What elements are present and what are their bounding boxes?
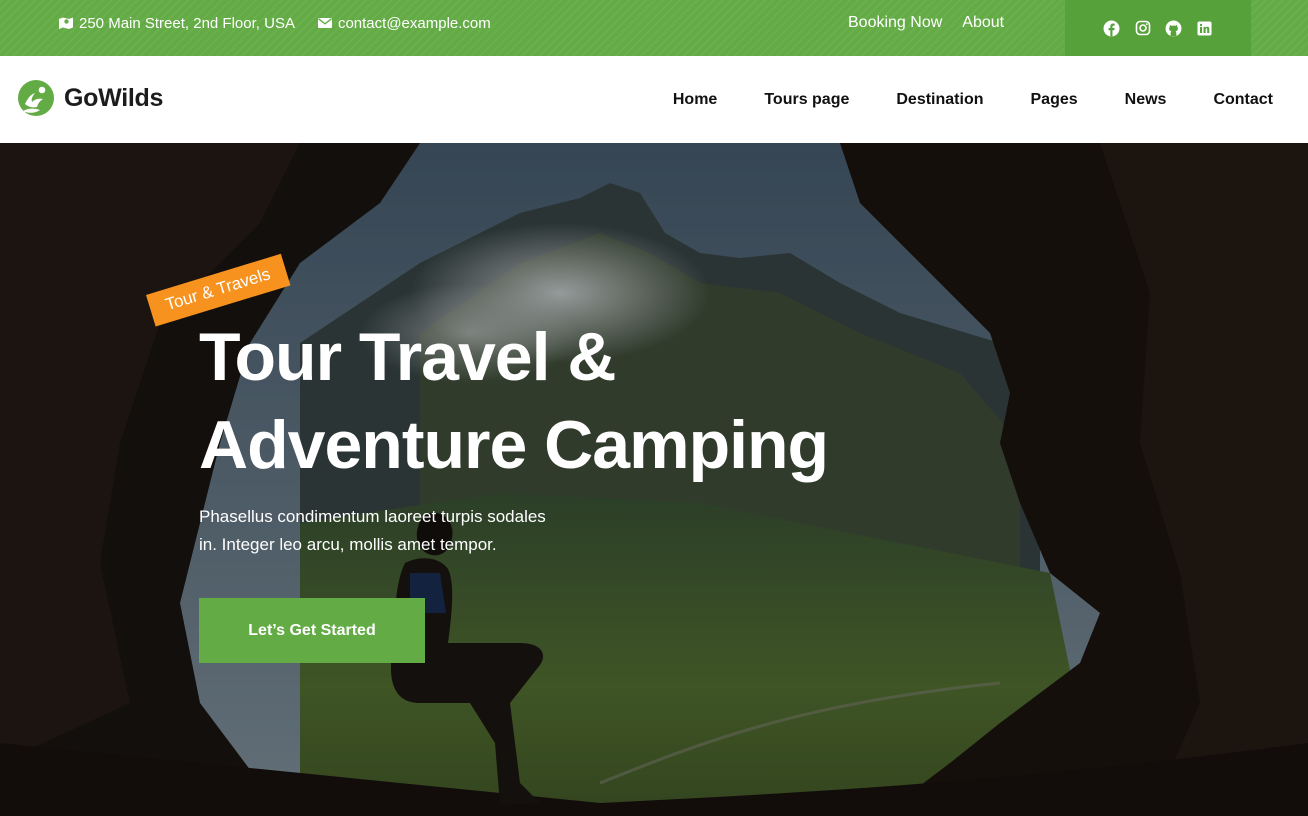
hero-title-line-2: Adventure Camping	[199, 407, 829, 483]
github-icon[interactable]	[1165, 19, 1183, 37]
nav-item-contact[interactable]: Contact	[1213, 91, 1273, 109]
hero-title-line-1: Tour Travel &	[199, 319, 617, 395]
brand-name: GoWilds	[64, 83, 164, 112]
facebook-icon[interactable]	[1103, 19, 1121, 37]
logo-icon	[18, 80, 54, 116]
top-bar: 250 Main Street, 2nd Floor, USA contact@…	[0, 0, 1308, 56]
hero-section: Tour & Travels Tour Travel & Adventure C…	[0, 143, 1308, 816]
hero-subtitle: Phasellus condimentum laoreet turpis sod…	[199, 503, 599, 559]
social-links	[1065, 0, 1251, 56]
email-text[interactable]: contact@example.com	[338, 15, 491, 32]
top-links: Booking Now About	[848, 0, 1004, 46]
hero-subtitle-line-1: Phasellus condimentum laoreet turpis sod…	[199, 507, 546, 526]
main-header: GoWilds Home Tours page Destination Page…	[0, 56, 1308, 143]
envelope-icon	[317, 18, 332, 28]
hero-subtitle-line-2: in. Integer leo arcu, mollis amet tempor…	[199, 535, 497, 554]
nav-item-home[interactable]: Home	[673, 91, 717, 109]
address-info: 250 Main Street, 2nd Floor, USA	[58, 15, 295, 32]
get-started-button[interactable]: Let’s Get Started	[199, 598, 425, 663]
main-nav: Home Tours page Destination Pages News C…	[673, 56, 1273, 143]
nav-item-news[interactable]: News	[1125, 91, 1167, 109]
linkedin-icon[interactable]	[1196, 19, 1214, 37]
booking-now-link[interactable]: Booking Now	[848, 14, 942, 32]
nav-item-pages[interactable]: Pages	[1031, 91, 1078, 109]
hero-title: Tour Travel & Adventure Camping	[199, 313, 829, 489]
nav-item-tours-page[interactable]: Tours page	[764, 91, 849, 109]
map-icon	[59, 17, 73, 29]
instagram-icon[interactable]	[1134, 19, 1152, 37]
brand-logo[interactable]: GoWilds	[16, 78, 163, 118]
address-text: 250 Main Street, 2nd Floor, USA	[79, 14, 295, 32]
email-info[interactable]: contact@example.com	[317, 15, 491, 32]
contact-info: 250 Main Street, 2nd Floor, USA contact@…	[58, 0, 491, 46]
nav-item-destination[interactable]: Destination	[896, 91, 983, 109]
about-link[interactable]: About	[962, 14, 1004, 32]
